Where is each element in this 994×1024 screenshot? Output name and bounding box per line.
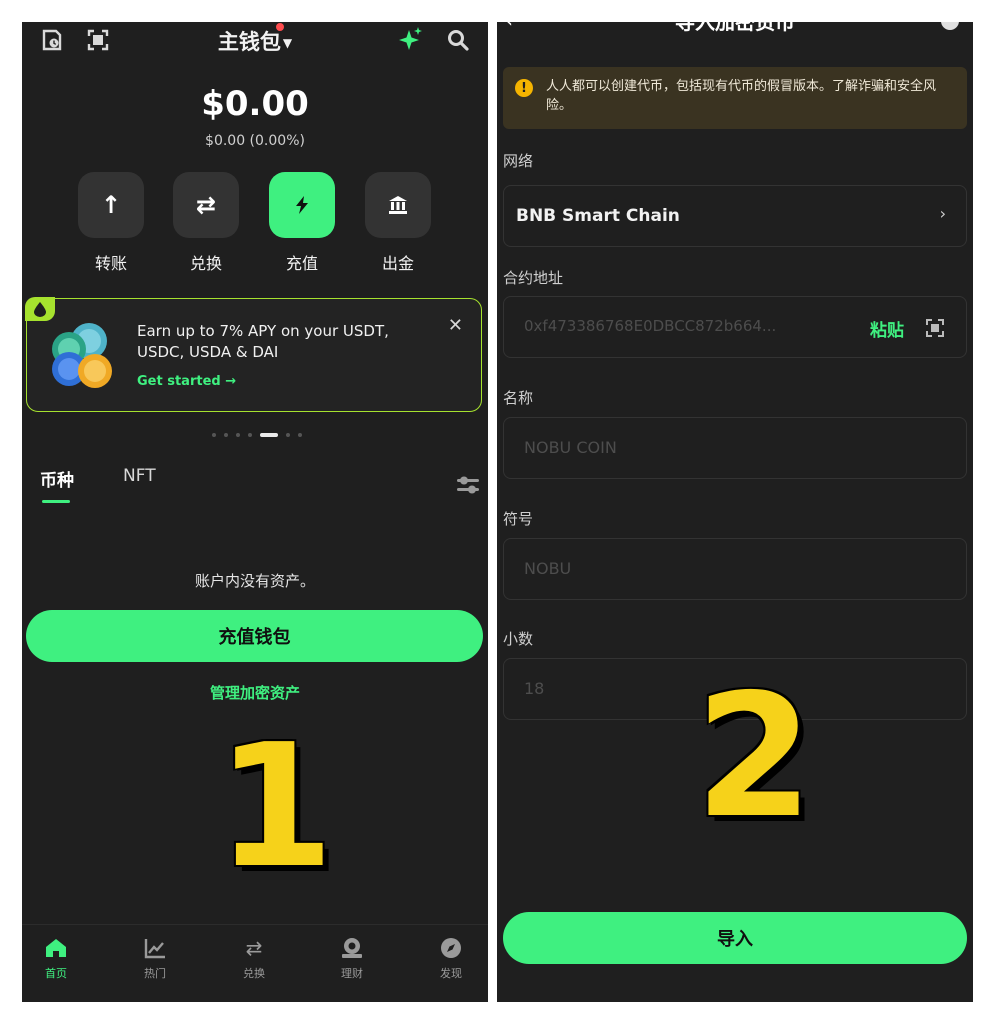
notification-dot: [276, 23, 284, 31]
drop-icon: [25, 297, 55, 321]
promo-banner[interactable]: Earn up to 7% APY on your USDT, USDC, US…: [25, 297, 482, 412]
chevron-down-icon: ▼: [282, 36, 293, 50]
earn-icon: [320, 935, 384, 961]
nav-label: 兑换: [243, 967, 265, 980]
scan-icon[interactable]: [926, 319, 944, 337]
tab-nft[interactable]: NFT: [123, 466, 156, 486]
token-symbol-placeholder: NOBU: [524, 559, 572, 578]
empty-assets-message: 账户内没有资产。: [194, 572, 315, 590]
swap-button[interactable]: ⇄ 兑换: [173, 172, 239, 274]
bolt-icon: [269, 172, 335, 238]
balance-change: $0.00 (0.00%): [205, 133, 305, 149]
token-decimals-placeholder: 18: [524, 679, 545, 698]
filter-settings-icon[interactable]: [456, 474, 480, 496]
network-selector[interactable]: BNB Smart Chain ›: [503, 185, 967, 247]
swap-icon: ⇄: [173, 172, 239, 238]
step-number-overlay: 1: [216, 708, 335, 906]
chart-icon: [123, 935, 187, 961]
action-label: 充值: [285, 254, 318, 273]
token-name-placeholder: NOBU COIN: [524, 438, 617, 457]
arrow-up-icon: ↑: [78, 172, 144, 238]
contract-address-label: 合约地址: [503, 269, 564, 287]
token-symbol-input[interactable]: NOBU: [503, 538, 967, 600]
deposit-action-button[interactable]: 充值: [269, 172, 335, 274]
sparkle-icon[interactable]: [398, 26, 424, 52]
nav-label: 首页: [45, 967, 67, 980]
chevron-right-icon: ›: [939, 204, 946, 223]
transfer-button[interactable]: ↑ 转账: [78, 172, 144, 274]
warning-icon: !: [515, 79, 533, 97]
network-label: 网络: [503, 152, 534, 170]
paste-button[interactable]: 粘贴: [870, 316, 904, 341]
nav-label: 热门: [144, 967, 166, 980]
decimals-label: 小数: [503, 630, 534, 648]
scam-warning-banner: ! 人人都可以创建代币，包括现有代币的假冒版本。了解诈骗和安全风险。: [503, 67, 967, 129]
nav-label: 发现: [440, 967, 462, 980]
name-label: 名称: [503, 389, 534, 407]
contract-address-field[interactable]: 0xf473386768E0DBCC872b664... 粘贴: [503, 296, 967, 358]
bank-icon: [365, 172, 431, 238]
search-icon[interactable]: [446, 28, 470, 52]
total-balance: $0.00: [201, 84, 309, 124]
nav-trending[interactable]: 热门: [123, 935, 187, 981]
carousel-indicator: [202, 432, 312, 438]
page-title: 导入加密货币: [675, 22, 795, 34]
nav-earn[interactable]: 理财: [320, 935, 384, 981]
tab-indicator: [42, 500, 70, 503]
wallet-title: 主钱包: [217, 30, 281, 54]
nav-discover[interactable]: 发现: [419, 935, 483, 981]
manage-crypto-link[interactable]: 管理加密资产: [22, 682, 488, 703]
promo-text: Earn up to 7% APY on your USDT, USDC, US…: [137, 322, 389, 361]
tab-tokens[interactable]: 币种: [40, 466, 74, 491]
stablecoins-icon: [52, 323, 112, 388]
compass-icon: [419, 935, 483, 961]
contract-address-value: 0xf473386768E0DBCC872b664...: [524, 317, 777, 335]
action-label: 出金: [381, 254, 414, 273]
import-token-screen: ‹ 导入加密货币 ! 人人都可以创建代币，包括现有代币的假冒版本。了解诈骗和安全…: [497, 22, 973, 1002]
home-icon: [24, 935, 88, 961]
symbol-label: 符号: [503, 510, 534, 528]
nav-label: 理财: [341, 967, 363, 980]
bottom-navigation: 首页 热门 ⇄ 兑换 理财 发现: [22, 924, 488, 1002]
import-button[interactable]: 导入: [503, 912, 967, 964]
step-number-overlay: 2: [695, 658, 814, 856]
warning-text: 人人都可以创建代币，包括现有代币的假冒版本。了解诈骗和安全风险。: [546, 79, 937, 113]
network-value: BNB Smart Chain: [516, 206, 680, 226]
nav-swap[interactable]: ⇄ 兑换: [222, 935, 286, 981]
wallet-home-screen: 主钱包 ▼ $0.00 $0.00 (0.00%) ↑ 转账 ⇄ 兑换 充值 出金: [22, 22, 488, 1002]
deposit-wallet-button[interactable]: 充值钱包: [26, 610, 483, 662]
promo-get-started-link[interactable]: Get started →: [137, 374, 236, 389]
close-icon[interactable]: ✕: [448, 315, 463, 336]
withdraw-button[interactable]: 出金: [365, 172, 431, 274]
action-label: 兑换: [189, 254, 222, 273]
swap-icon: ⇄: [245, 936, 263, 960]
token-name-input[interactable]: NOBU COIN: [503, 417, 967, 479]
action-label: 转账: [94, 254, 127, 273]
nav-home[interactable]: 首页: [24, 935, 88, 981]
